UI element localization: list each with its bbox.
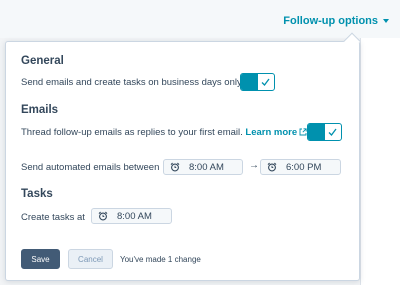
thread-replies-toggle[interactable] xyxy=(307,123,342,141)
section-title-tasks: Tasks xyxy=(21,188,53,200)
business-days-label: Send emails and create tasks on business… xyxy=(21,77,244,88)
top-bar: Follow-up options xyxy=(0,0,400,38)
send-between-label: Send automated emails between xyxy=(21,162,160,173)
business-days-toggle[interactable] xyxy=(240,73,275,91)
start-time-picker[interactable]: 8:00 AM xyxy=(163,159,243,175)
background-panel xyxy=(360,38,400,285)
range-arrow-icon: → xyxy=(249,160,259,171)
toggle-knob xyxy=(308,124,325,140)
alarm-clock-icon xyxy=(267,162,277,172)
thread-replies-label: Thread follow-up emails as replies to yo… xyxy=(21,127,243,138)
start-time-value: 8:00 AM xyxy=(189,161,224,173)
external-link-icon xyxy=(299,128,307,136)
alarm-clock-icon xyxy=(170,162,180,172)
toggle-knob xyxy=(241,74,258,90)
unsaved-changes-note: You've made 1 change xyxy=(120,255,201,264)
section-title-emails: Emails xyxy=(21,104,59,116)
check-icon xyxy=(328,128,337,136)
learn-more-link[interactable]: Learn more xyxy=(245,127,307,138)
follow-up-options-popover: General Send emails and create tasks on … xyxy=(5,32,361,281)
create-tasks-label: Create tasks at xyxy=(21,212,85,223)
task-time-value: 8:00 AM xyxy=(117,210,152,222)
check-icon xyxy=(261,78,270,86)
caret-down-icon xyxy=(383,19,389,23)
follow-up-options-dropdown[interactable]: Follow-up options xyxy=(283,15,389,27)
save-button[interactable]: Save xyxy=(21,249,60,269)
learn-more-label: Learn more xyxy=(245,127,298,138)
cancel-button[interactable]: Cancel xyxy=(68,249,113,269)
end-time-value: 6:00 PM xyxy=(286,161,322,173)
follow-up-options-label: Follow-up options xyxy=(283,15,378,27)
task-time-picker[interactable]: 8:00 AM xyxy=(91,208,172,224)
section-title-general: General xyxy=(21,55,64,67)
thread-replies-row: Thread follow-up emails as replies to yo… xyxy=(21,127,307,138)
alarm-clock-icon xyxy=(98,211,108,221)
end-time-picker[interactable]: 6:00 PM xyxy=(260,159,341,175)
